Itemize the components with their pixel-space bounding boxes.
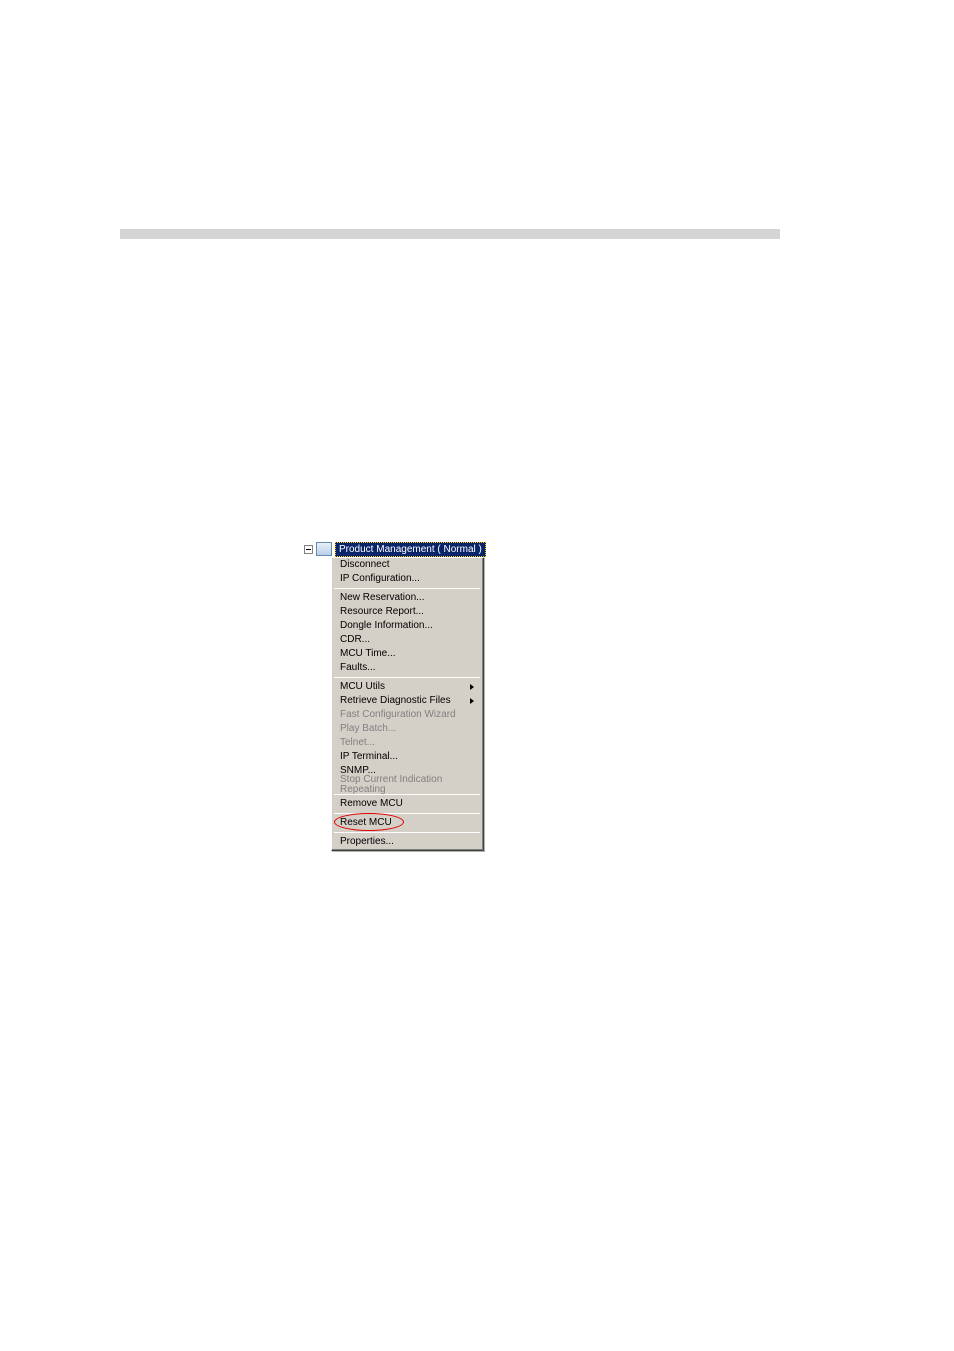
menu-item-retrieve-diagnostic-files[interactable]: Retrieve Diagnostic Files [332, 694, 482, 708]
menu-separator [334, 832, 480, 833]
menu-item-faults[interactable]: Faults... [332, 661, 482, 675]
menu-separator [334, 588, 480, 589]
menu-item-properties[interactable]: Properties... [332, 835, 482, 849]
menu-label: CDR... [340, 635, 370, 645]
minus-icon [306, 549, 311, 550]
menu-item-play-batch: Play Batch... [332, 722, 482, 736]
menu-label: Faults... [340, 663, 376, 673]
menu-label: Retrieve Diagnostic Files [340, 696, 451, 706]
menu-item-reset-mcu[interactable]: Reset MCU [332, 816, 482, 830]
menu-label: Stop Current Indication Repeating [340, 775, 474, 795]
chevron-right-icon [470, 684, 474, 690]
menu-label: Reset MCU [340, 818, 392, 828]
menu-label: Disconnect [340, 560, 389, 570]
menu-item-mcu-utils[interactable]: MCU Utils [332, 680, 482, 694]
menu-label: Remove MCU [340, 799, 403, 809]
menu-label: MCU Utils [340, 682, 385, 692]
menu-label: Fast Configuration Wizard [340, 710, 456, 720]
tree-node-label[interactable]: Product Management ( Normal ) [335, 542, 486, 557]
menu-label: IP Configuration... [340, 574, 420, 584]
menu-item-dongle-information[interactable]: Dongle Information... [332, 619, 482, 633]
menu-item-telnet: Telnet... [332, 736, 482, 750]
tree-node-icon [316, 542, 332, 556]
menu-label: New Reservation... [340, 593, 424, 603]
menu-item-ip-configuration[interactable]: IP Configuration... [332, 572, 482, 586]
menu-label: Telnet... [340, 738, 375, 748]
menu-container: Product Management ( Normal ) Disconnect… [304, 541, 486, 557]
menu-item-remove-mcu[interactable]: Remove MCU [332, 797, 482, 811]
menu-item-mcu-time[interactable]: MCU Time... [332, 647, 482, 661]
menu-item-cdr[interactable]: CDR... [332, 633, 482, 647]
menu-label: Dongle Information... [340, 621, 433, 631]
menu-separator [334, 677, 480, 678]
menu-label: Properties... [340, 837, 394, 847]
menu-item-ip-terminal[interactable]: IP Terminal... [332, 750, 482, 764]
menu-item-stop-current-indication: Stop Current Indication Repeating [332, 778, 482, 792]
chevron-right-icon [470, 698, 474, 704]
menu-item-new-reservation[interactable]: New Reservation... [332, 591, 482, 605]
tree-node-header[interactable]: Product Management ( Normal ) [304, 541, 486, 557]
menu-label: IP Terminal... [340, 752, 398, 762]
menu-separator [334, 813, 480, 814]
menu-item-resource-report[interactable]: Resource Report... [332, 605, 482, 619]
menu-label: Play Batch... [340, 724, 396, 734]
menu-item-fast-configuration-wizard: Fast Configuration Wizard [332, 708, 482, 722]
menu-label: Resource Report... [340, 607, 424, 617]
gray-divider-bar [120, 229, 780, 239]
context-menu: Disconnect IP Configuration... New Reser… [331, 557, 484, 851]
tree-expander-icon[interactable] [304, 545, 313, 554]
menu-item-disconnect[interactable]: Disconnect [332, 558, 482, 572]
menu-label: MCU Time... [340, 649, 396, 659]
